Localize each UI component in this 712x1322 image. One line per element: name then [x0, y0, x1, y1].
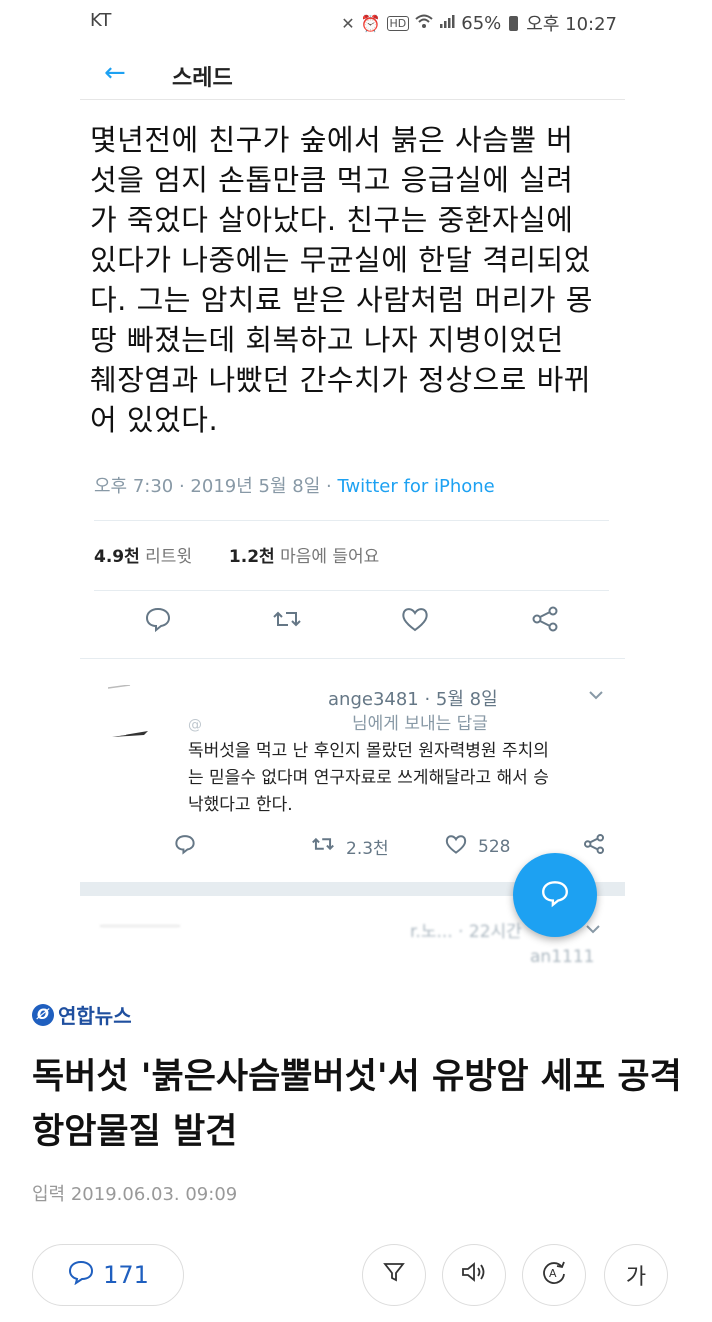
- status-bar: KT ✕ ⏰ HD 65% 오후 10:27: [80, 0, 625, 42]
- reply-tweet[interactable]: ange3481 · 5월 8일 @ 님에게 보내는 답글 독버섯을 먹고 난 후…: [80, 665, 625, 885]
- like-count[interactable]: 1.2천: [229, 547, 275, 567]
- tweet-screenshot: KT ✕ ⏰ HD 65% 오후 10:27 ← 스레드 몇년전에 친구가 숲에…: [80, 0, 625, 975]
- carrier-label: KT: [90, 10, 112, 31]
- retweet-icon: [310, 833, 336, 860]
- filter-button[interactable]: [362, 1244, 426, 1306]
- comments-button[interactable]: 171: [32, 1244, 184, 1306]
- filter-icon: [382, 1260, 406, 1290]
- retweet-label: 리트윗: [145, 547, 193, 567]
- compose-icon: [540, 878, 570, 912]
- heart-icon[interactable]: [400, 605, 430, 637]
- comment-count: 171: [103, 1261, 149, 1289]
- reply-handle: ange3481 · 5월 8일: [328, 689, 498, 710]
- share-icon[interactable]: [582, 833, 606, 855]
- comment-icon: [67, 1259, 95, 1291]
- reply-retweet-button[interactable]: 2.3천: [310, 833, 389, 860]
- clock: 오후 10:27: [526, 14, 617, 35]
- article-date: 입력 2019.06.03. 09:09: [32, 1184, 238, 1205]
- retweet-count[interactable]: 4.9천: [94, 547, 140, 567]
- divider: [94, 520, 609, 521]
- share-icon[interactable]: [530, 605, 560, 637]
- thread-header: ← 스레드: [80, 50, 625, 100]
- tweet-source-link[interactable]: Twitter for iPhone: [337, 476, 494, 497]
- reply-icon[interactable]: [174, 833, 196, 855]
- heart-icon: [444, 833, 468, 860]
- reply-text: 독버섯을 먹고 난 후인지 몰랐던 원자력병원 주치의 는 믿을수 없다며 연구…: [188, 741, 549, 815]
- reply-like-count: 528: [478, 836, 511, 857]
- battery-icon: [509, 15, 519, 31]
- avatar[interactable]: [107, 684, 154, 745]
- retweet-icon[interactable]: [272, 605, 302, 637]
- hd-icon: HD: [386, 15, 410, 31]
- reply-to-prefix: @: [188, 717, 202, 733]
- reply-to-line: @ 님에게 보내는 답글: [188, 709, 488, 734]
- article-headline: 독버섯 '붉은사슴뿔버섯'서 유방암 세포 공격 항암물질 발견: [32, 1057, 682, 1152]
- font-size-label: 가: [625, 1265, 647, 1290]
- reply-icon[interactable]: [144, 605, 172, 637]
- next-reply-id: an1111: [530, 947, 595, 967]
- font-size-button[interactable]: 가: [604, 1244, 668, 1306]
- back-arrow-icon[interactable]: ←: [104, 58, 126, 88]
- reply-retweet-count: 2.3천: [346, 839, 389, 859]
- alarm-icon: ⏰: [360, 13, 381, 33]
- page-title: 스레드: [172, 66, 233, 91]
- compose-reply-button[interactable]: [513, 853, 597, 937]
- next-reply-handle: r.노... · 22시간: [410, 922, 522, 942]
- tweet-text: 몇년전에 친구가 숲에서 붉은 사슴뿔 버 섯을 엄지 손톱만큼 먹고 응급실에…: [90, 123, 593, 437]
- tweet-stats: 4.9천 리트윗 1.2천 마음에 들어요: [94, 542, 379, 567]
- yonhap-logo-icon: Ø: [32, 1003, 54, 1026]
- status-icons: ✕ ⏰ HD 65% 오후 10:27: [341, 10, 617, 36]
- battery-percent: 65%: [461, 12, 502, 34]
- publisher-name: 연합뉴스: [58, 1004, 132, 1028]
- translate-button[interactable]: A: [522, 1244, 586, 1306]
- tweet-meta: 오후 7:30 · 2019년 5월 8일 · Twitter for iPho…: [94, 472, 495, 498]
- listen-button[interactable]: [442, 1244, 506, 1306]
- divider: [80, 658, 625, 659]
- wifi-icon: [415, 13, 433, 33]
- article-toolbar: 171 A 가: [0, 1240, 712, 1310]
- tweet-timestamp: 오후 7:30 · 2019년 5월 8일 ·: [94, 476, 338, 497]
- chevron-down-icon[interactable]: [588, 685, 604, 704]
- reply-to-suffix: 님에게 보내는 답글: [352, 714, 488, 734]
- chevron-down-icon[interactable]: [585, 919, 601, 939]
- svg-text:A: A: [549, 1267, 557, 1280]
- like-label: 마음에 들어요: [280, 547, 380, 567]
- signal-icon: [439, 13, 455, 33]
- speaker-icon: [460, 1260, 488, 1290]
- divider: [100, 925, 180, 927]
- mute-icon: ✕: [341, 13, 355, 33]
- translate-icon: A: [540, 1258, 568, 1292]
- tweet-actions: [80, 605, 625, 645]
- reply-like-button[interactable]: 528: [444, 833, 510, 860]
- publisher-logo[interactable]: Ø 연합뉴스: [32, 1000, 132, 1029]
- divider: [94, 590, 609, 591]
